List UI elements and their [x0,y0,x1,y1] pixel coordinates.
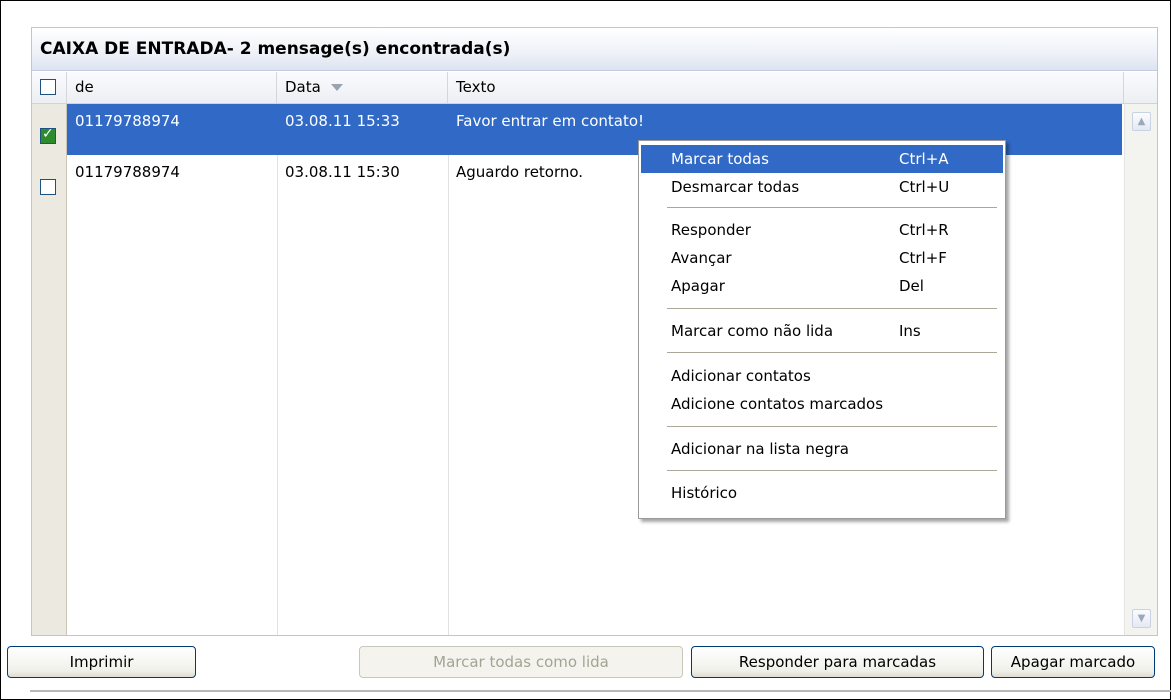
menu-separator [667,352,997,353]
header-from[interactable]: de [67,72,277,103]
row-date: 03.08.11 15:30 [285,163,400,181]
menu-item-label: Apagar [671,277,725,295]
menu-item-history[interactable]: Histórico [641,479,1003,507]
menu-item-add-contacts[interactable]: Adicionar contatos [641,362,1003,390]
menu-item-mark-all[interactable]: Marcar todas Ctrl+A [641,145,1003,173]
column-divider [448,155,449,635]
menu-item-label: Adicionar contatos [671,367,811,385]
menu-item-delete[interactable]: Apagar Del [641,272,1003,300]
checkbox-column [32,104,67,635]
row-text: Aguardo retorno. [456,163,584,181]
delete-marked-button[interactable]: Apagar marcado [991,646,1155,678]
inbox-title-bar: CAIXA DE ENTRADA- 2 mensage(s) encontrad… [32,28,1157,71]
menu-separator [667,308,997,309]
menu-separator [667,207,997,208]
menu-item-label: Histórico [671,484,738,502]
row-from: 01179788974 [75,112,180,130]
scroll-down-icon[interactable]: ▼ [1132,609,1151,628]
menu-item-unmark-all[interactable]: Desmarcar todas Ctrl+U [641,173,1003,201]
row-checkbox[interactable] [40,179,56,195]
menu-separator [667,426,997,427]
menu-item-shortcut: Ctrl+U [899,178,950,196]
menu-item-shortcut: Ins [899,322,921,340]
menu-item-shortcut: Ctrl+A [899,150,949,168]
menu-separator [667,470,997,471]
menu-item-label: Desmarcar todas [671,178,800,196]
sort-down-icon [330,84,343,91]
vertical-scrollbar[interactable]: ▲ ▼ [1124,104,1157,635]
header-text[interactable]: Texto [448,72,1124,103]
menu-item-label: Adicione contatos marcados [671,395,884,413]
menu-item-reply[interactable]: Responder Ctrl+R [641,216,1003,244]
menu-item-label: Marcar todas [671,150,769,168]
row-from: 01179788974 [75,163,180,181]
column-divider [277,155,278,635]
header-date-label: Data [285,78,321,96]
menu-item-shortcut: Del [899,277,924,295]
bottom-divider [30,690,1171,692]
menu-item-blacklist[interactable]: Adicionar na lista negra [641,435,1003,463]
header-date[interactable]: Data [277,72,448,103]
menu-item-label: Avançar [671,249,732,267]
scroll-up-icon[interactable]: ▲ [1132,112,1151,131]
header-from-label: de [75,78,94,96]
menu-item-label: Marcar como não lida [671,322,834,340]
menu-item-shortcut: Ctrl+F [899,249,947,267]
row-checkbox[interactable] [40,126,56,144]
menu-item-forward[interactable]: Avançar Ctrl+F [641,244,1003,272]
menu-item-label: Responder [671,221,751,239]
context-menu: Marcar todas Ctrl+A Desmarcar todas Ctrl… [638,140,1006,519]
mark-all-read-button[interactable]: Marcar todas como lida [359,646,683,678]
header-text-label: Texto [456,78,496,96]
menu-item-label: Adicionar na lista negra [671,440,849,458]
header-select-all[interactable] [32,72,67,103]
row-date: 03.08.11 15:33 [285,112,400,130]
reply-marked-button[interactable]: Responder para marcadas [691,646,984,678]
select-all-checkbox[interactable] [40,79,56,95]
menu-item-shortcut: Ctrl+R [899,221,949,239]
menu-item-add-marked-contacts[interactable]: Adicione contatos marcados [641,390,1003,418]
column-header-row: de Data Texto [32,72,1157,104]
row-text: Favor entrar em contato! [456,112,645,130]
menu-item-mark-unread[interactable]: Marcar como não lida Ins [641,317,1003,345]
print-button[interactable]: Imprimir [7,646,196,678]
inbox-title: CAIXA DE ENTRADA- 2 mensage(s) encontrad… [40,39,511,59]
